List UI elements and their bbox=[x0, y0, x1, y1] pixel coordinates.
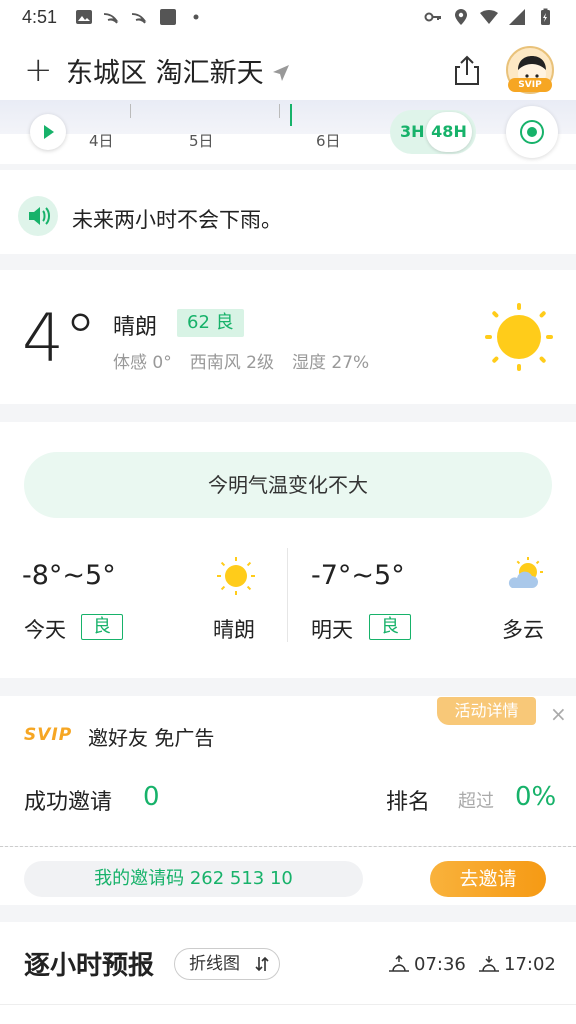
status-time: 4:51 bbox=[22, 6, 58, 27]
map-background bbox=[0, 100, 576, 134]
sunset-time: 17:02 bbox=[504, 954, 556, 975]
aqi-badge[interactable]: 62 良 bbox=[177, 309, 244, 337]
navigation-arrow-icon bbox=[272, 65, 289, 81]
humidity: 湿度 27% bbox=[291, 353, 370, 373]
svip-logo: SVIP bbox=[24, 725, 73, 745]
header: + 东城区 淘汇新天 bbox=[0, 34, 576, 106]
wing-notification-icon-2 bbox=[132, 13, 147, 24]
timeline-tick bbox=[130, 104, 131, 118]
range-3h-option[interactable]: 3H bbox=[400, 122, 425, 141]
bottom-divider bbox=[0, 1004, 576, 1005]
close-icon[interactable]: × bbox=[550, 702, 567, 726]
range-48h-option[interactable]: 48H bbox=[426, 112, 472, 152]
temperature-trend-pill[interactable]: 今明气温变化不大 bbox=[24, 452, 552, 518]
timeline-tick bbox=[279, 104, 280, 118]
rain-notice-text: 未来两小时不会下雨。 bbox=[72, 208, 282, 232]
success-invite-label: 成功邀请 bbox=[24, 790, 113, 815]
speaker-icon[interactable] bbox=[18, 196, 58, 236]
square-notification-icon bbox=[160, 9, 177, 25]
invite-button[interactable]: 去邀请 bbox=[430, 861, 546, 897]
timeline-cursor[interactable] bbox=[290, 104, 292, 126]
tomorrow-label: 明天 bbox=[311, 618, 353, 642]
timeline-label-day5: 5日 bbox=[189, 132, 214, 150]
success-invite-count: 0 bbox=[143, 782, 160, 812]
current-condition: 晴朗 bbox=[113, 315, 158, 340]
sun-icon bbox=[217, 557, 255, 595]
sunrise-time: 07:36 bbox=[414, 954, 466, 975]
vpn-key-icon bbox=[424, 12, 441, 22]
sunset-icon bbox=[479, 956, 499, 972]
tomorrow-aqi-badge: 良 bbox=[369, 614, 411, 640]
wind: 西南风 2级 bbox=[189, 353, 274, 373]
invite-code-pill[interactable]: 我的邀请码 262 513 10 bbox=[24, 861, 363, 897]
locate-button[interactable] bbox=[506, 106, 558, 158]
beat-label: 超过 bbox=[458, 791, 494, 812]
location-icon bbox=[455, 9, 467, 25]
tomorrow-temp-range: -7°~5° bbox=[311, 560, 405, 591]
feels-like: 体感 0° bbox=[113, 353, 172, 373]
invite-title: 邀好友 免广告 bbox=[88, 726, 215, 750]
day-divider bbox=[287, 548, 288, 642]
wing-notification-icon bbox=[104, 13, 119, 24]
today-condition: 晴朗 bbox=[213, 618, 255, 642]
today-temp-range: -8°~5° bbox=[22, 560, 116, 591]
dot-icon bbox=[193, 14, 199, 20]
timeline-label-day4: 4日 bbox=[89, 132, 114, 150]
today-aqi-badge: 良 bbox=[81, 614, 123, 640]
share-icon[interactable] bbox=[452, 54, 482, 86]
wifi-icon bbox=[480, 10, 498, 24]
rank-label: 排名 bbox=[386, 790, 431, 815]
timeline-strip bbox=[0, 100, 576, 164]
swap-icon bbox=[255, 956, 269, 972]
weather-details: 体感 0° 西南风 2级 湿度 27% bbox=[113, 348, 369, 373]
sunrise-icon bbox=[389, 954, 409, 972]
activity-details-button[interactable]: 活动详情 bbox=[437, 697, 536, 725]
partly-cloudy-icon bbox=[508, 557, 543, 588]
play-button[interactable] bbox=[30, 114, 66, 150]
tomorrow-condition: 多云 bbox=[502, 618, 544, 642]
hourly-title: 逐小时预报 bbox=[24, 951, 155, 981]
image-notification-icon bbox=[76, 10, 93, 24]
status-bar: 4:51 bbox=[0, 0, 576, 34]
location-title[interactable]: 东城区 淘汇新天 bbox=[66, 51, 264, 90]
signal-icon bbox=[509, 9, 525, 25]
add-location-button[interactable]: + bbox=[24, 53, 54, 87]
battery-charging-icon bbox=[541, 8, 550, 25]
today-label: 今天 bbox=[24, 618, 66, 642]
beat-percent: 0% bbox=[515, 782, 557, 812]
sun-icon bbox=[485, 303, 553, 371]
svip-badge: SVIP bbox=[508, 78, 552, 92]
current-temperature: 4° bbox=[22, 300, 97, 377]
timeline-label-day6: 6日 bbox=[316, 132, 341, 150]
